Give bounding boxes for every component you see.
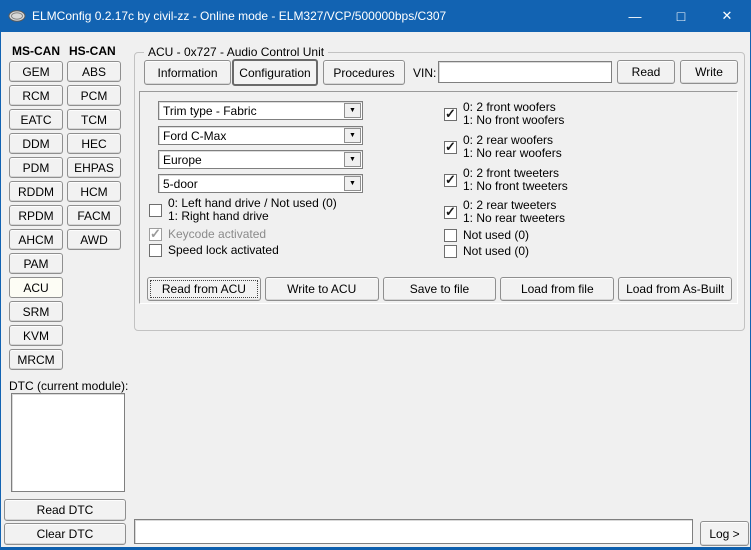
module-button-ahcm[interactable]: AHCM (9, 229, 63, 250)
vin-label: VIN: (413, 66, 436, 80)
module-button-eatc[interactable]: EATC (9, 109, 63, 130)
not-used-1-checkbox-row: Not used (0) (444, 229, 529, 242)
module-button-tcm[interactable]: TCM (67, 109, 121, 130)
front-woofers-checkbox[interactable] (444, 108, 457, 121)
module-button-rddm[interactable]: RDDM (9, 181, 63, 202)
region-dropdown[interactable]: Europe ▼ (158, 150, 363, 169)
log-button[interactable]: Log > (700, 521, 749, 546)
action-button-row: Read from ACU Write to ACU Save to file … (147, 277, 732, 301)
acu-group-title: ACU - 0x727 - Audio Control Unit (144, 45, 328, 59)
module-button-hcm[interactable]: HCM (67, 181, 121, 202)
front-tweeters-label: 0: 2 front tweeters 1: No front tweeters (463, 167, 568, 193)
write-to-acu-button[interactable]: Write to ACU (265, 277, 379, 301)
save-to-file-button[interactable]: Save to file (383, 277, 497, 301)
rear-tweeters-label: 0: 2 rear tweeters 1: No rear tweeters (463, 199, 565, 225)
speedlock-checkbox[interactable] (149, 244, 162, 257)
not-used-2-checkbox-row: Not used (0) (444, 245, 529, 258)
door-count-dropdown[interactable]: 5-door ▼ (158, 174, 363, 193)
front-woofers-checkbox-row: 0: 2 front woofers 1: No front woofers (444, 101, 564, 127)
close-button[interactable]: ✕ (704, 0, 750, 32)
not-used-1-checkbox[interactable] (444, 229, 457, 242)
not-used-1-label: Not used (0) (463, 229, 529, 242)
not-used-2-checkbox[interactable] (444, 245, 457, 258)
read-from-acu-button[interactable]: Read from ACU (147, 277, 261, 301)
app-window: ELMConfig 0.2.17c by civil-zz - Online m… (0, 0, 751, 550)
module-button-pam[interactable]: PAM (9, 253, 63, 274)
speedlock-checkbox-row: Speed lock activated (149, 244, 279, 257)
lhd-checkbox-label: 0: Left hand drive / Not used (0) 1: Rig… (168, 197, 337, 223)
trim-type-value: Trim type - Fabric (159, 104, 344, 118)
front-tweeters-checkbox-row: 0: 2 front tweeters 1: No front tweeters (444, 167, 568, 193)
region-value: Europe (159, 153, 344, 167)
module-button-srm[interactable]: SRM (9, 301, 63, 322)
speedlock-checkbox-label: Speed lock activated (168, 244, 279, 257)
hs-can-header: HS-CAN (69, 44, 116, 58)
module-button-ehpas[interactable]: EHPAS (67, 157, 121, 178)
module-button-pdm[interactable]: PDM (9, 157, 63, 178)
trim-type-dropdown[interactable]: Trim type - Fabric ▼ (158, 101, 363, 120)
vehicle-model-dropdown[interactable]: Ford C-Max ▼ (158, 126, 363, 145)
rear-woofers-label: 0: 2 rear woofers 1: No rear woofers (463, 134, 562, 160)
module-button-mrcm[interactable]: MRCM (9, 349, 63, 370)
tab-information[interactable]: Information (144, 60, 231, 85)
module-button-pcm[interactable]: PCM (67, 85, 121, 106)
tab-procedures[interactable]: Procedures (323, 60, 405, 85)
module-button-awd[interactable]: AWD (67, 229, 121, 250)
read-dtc-button[interactable]: Read DTC (4, 499, 126, 521)
lhd-checkbox-row: 0: Left hand drive / Not used (0) 1: Rig… (149, 197, 337, 223)
keycode-checkbox-row: Keycode activated (149, 228, 266, 241)
lhd-checkbox[interactable] (149, 204, 162, 217)
dropdown-arrow-icon[interactable]: ▼ (344, 152, 361, 167)
clear-dtc-button[interactable]: Clear DTC (4, 523, 126, 545)
module-button-rpdm[interactable]: RPDM (9, 205, 63, 226)
vehicle-model-value: Ford C-Max (159, 129, 344, 143)
titlebar: ELMConfig 0.2.17c by civil-zz - Online m… (1, 0, 750, 32)
module-button-abs[interactable]: ABS (67, 61, 121, 82)
ms-can-column: GEM RCM EATC DDM PDM RDDM RPDM AHCM PAM … (9, 61, 63, 370)
not-used-2-label: Not used (0) (463, 245, 529, 258)
load-from-asbuilt-button[interactable]: Load from As-Built (618, 277, 732, 301)
rear-woofers-checkbox-row: 0: 2 rear woofers 1: No rear woofers (444, 134, 562, 160)
maximize-button[interactable]: □ (658, 0, 704, 32)
module-button-ddm[interactable]: DDM (9, 133, 63, 154)
keycode-checkbox-label: Keycode activated (168, 228, 266, 241)
rear-tweeters-checkbox[interactable] (444, 206, 457, 219)
vin-input[interactable] (438, 61, 612, 83)
vin-write-button[interactable]: Write (680, 60, 738, 84)
door-count-value: 5-door (159, 177, 344, 191)
app-icon (8, 7, 26, 25)
module-button-facm[interactable]: FACM (67, 205, 121, 226)
dtc-label: DTC (current module): (9, 379, 128, 393)
load-from-file-button[interactable]: Load from file (500, 277, 614, 301)
dropdown-arrow-icon[interactable]: ▼ (344, 176, 361, 191)
keycode-checkbox (149, 228, 162, 241)
dropdown-arrow-icon[interactable]: ▼ (344, 103, 361, 118)
module-button-acu-selected[interactable]: ACU (9, 277, 63, 298)
window-title: ELMConfig 0.2.17c by civil-zz - Online m… (32, 9, 446, 23)
dropdown-arrow-icon[interactable]: ▼ (344, 128, 361, 143)
hs-can-column: ABS PCM TCM HEC EHPAS HCM FACM AWD (67, 61, 121, 250)
rear-woofers-checkbox[interactable] (444, 141, 457, 154)
vin-read-button[interactable]: Read (617, 60, 675, 84)
rear-tweeters-checkbox-row: 0: 2 rear tweeters 1: No rear tweeters (444, 199, 565, 225)
ms-can-header: MS-CAN (12, 44, 60, 58)
tab-configuration[interactable]: Configuration (232, 59, 318, 86)
front-tweeters-checkbox[interactable] (444, 174, 457, 187)
front-woofers-label: 0: 2 front woofers 1: No front woofers (463, 101, 564, 127)
dtc-listbox[interactable] (11, 393, 125, 492)
module-button-hec[interactable]: HEC (67, 133, 121, 154)
minimize-button[interactable]: — (612, 0, 658, 32)
module-button-kvm[interactable]: KVM (9, 325, 63, 346)
module-button-rcm[interactable]: RCM (9, 85, 63, 106)
log-input[interactable] (134, 519, 693, 544)
module-button-gem[interactable]: GEM (9, 61, 63, 82)
